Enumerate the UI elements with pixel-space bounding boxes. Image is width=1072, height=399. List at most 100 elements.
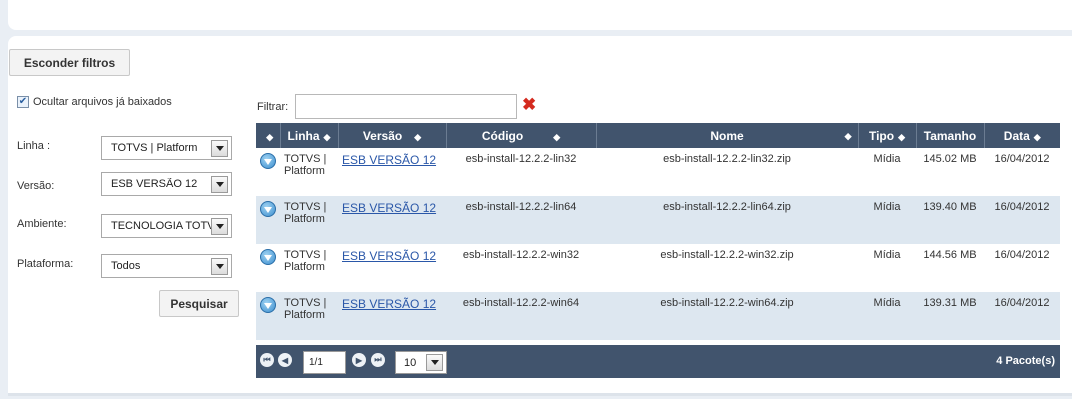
sort-icon[interactable]: ◆ xyxy=(845,131,852,142)
hide-filters-button[interactable]: Esconder filtros xyxy=(9,49,130,76)
column-header-label: Nome xyxy=(710,128,744,143)
date-cell: 16/04/2012 xyxy=(984,292,1060,340)
type-cell: Mídia xyxy=(858,244,916,292)
column-header-download[interactable]: ◆ xyxy=(256,123,281,148)
version-link[interactable]: ESB VERSÃO 12 xyxy=(342,297,436,311)
sort-icon[interactable]: ◆ xyxy=(1034,132,1041,142)
type-cell: Mídia xyxy=(858,292,916,340)
column-header-label: Tamanho xyxy=(923,128,977,143)
version-link[interactable]: ESB VERSÃO 12 xyxy=(342,201,436,215)
sort-icon[interactable]: ◆ xyxy=(553,132,560,142)
version-label: Versão: xyxy=(17,180,55,192)
name-cell: esb-install-12.2.2-win64.zip xyxy=(596,292,858,340)
download-cell[interactable] xyxy=(256,196,280,244)
filter-label: Filtrar: xyxy=(257,101,289,113)
line-cell: TOTVS | Platform xyxy=(280,196,338,244)
environment-label: Ambiente: xyxy=(17,218,67,230)
chevron-down-icon[interactable] xyxy=(211,139,228,157)
package-count: 4 Pacote(s) xyxy=(996,355,1055,367)
line-cell: TOTVS | Platform xyxy=(280,244,338,292)
last-page-icon[interactable]: ⏭ xyxy=(371,353,385,367)
download-cell[interactable] xyxy=(256,244,280,292)
environment-select-value: TECNOLOGIA TOTVS xyxy=(111,220,211,232)
chevron-down-icon[interactable] xyxy=(211,257,228,275)
version-link[interactable]: ESB VERSÃO 12 xyxy=(342,153,436,167)
column-header-label: Tipo xyxy=(868,128,895,143)
table-row: TOTVS | Platform ESB VERSÃO 12 esb-insta… xyxy=(256,148,1060,196)
table-header-row: ◆ Linha ◆ Versão ◆ Código ◆ Nome ◆ Tipo ◆ Tam… xyxy=(256,123,1060,148)
divider xyxy=(8,393,1072,396)
chevron-down-icon[interactable] xyxy=(211,217,228,235)
sort-icon[interactable]: ◆ xyxy=(324,132,331,142)
column-header-line[interactable]: Linha ◆ xyxy=(280,123,339,148)
page-number-input[interactable]: 1/1 xyxy=(303,351,346,374)
packages-table: ◆ Linha ◆ Versão ◆ Código ◆ Nome ◆ Tipo ◆ Tam… xyxy=(256,123,1060,340)
version-cell: ESB VERSÃO 12 xyxy=(338,196,446,244)
size-cell: 144.56 MB xyxy=(916,244,984,292)
line-cell: TOTVS | Platform xyxy=(280,148,338,196)
name-cell: esb-install-12.2.2-win32.zip xyxy=(596,244,858,292)
date-cell: 16/04/2012 xyxy=(984,148,1060,196)
first-page-icon[interactable]: ⏮ xyxy=(260,353,274,367)
hide-downloaded-option[interactable]: ✔ Ocultar arquivos já baixados xyxy=(17,96,172,108)
download-icon[interactable] xyxy=(260,153,276,169)
table-row: TOTVS | Platform ESB VERSÃO 12 esb-insta… xyxy=(256,244,1060,292)
type-cell: Mídia xyxy=(858,148,916,196)
previous-page-icon[interactable]: ◀ xyxy=(278,353,292,367)
download-cell[interactable] xyxy=(256,148,280,196)
top-panel xyxy=(8,0,1072,30)
table-row: TOTVS | Platform ESB VERSÃO 12 esb-insta… xyxy=(256,292,1060,340)
platform-select[interactable]: Todos xyxy=(101,254,232,278)
sort-icon[interactable]: ◆ xyxy=(266,132,273,142)
column-header-label: Linha xyxy=(287,128,320,143)
code-cell: esb-install-12.2.2-win64 xyxy=(446,292,596,340)
code-cell: esb-install-12.2.2-lin64 xyxy=(446,196,596,244)
size-cell: 139.31 MB xyxy=(916,292,984,340)
version-link[interactable]: ESB VERSÃO 12 xyxy=(342,249,436,263)
column-header-name[interactable]: Nome ◆ xyxy=(596,123,859,148)
column-header-label: Data xyxy=(1003,128,1030,143)
platform-label: Plataforma: xyxy=(17,258,74,270)
version-cell: ESB VERSÃO 12 xyxy=(338,292,446,340)
column-header-version[interactable]: Versão ◆ xyxy=(338,123,447,148)
sort-icon[interactable]: ◆ xyxy=(414,132,421,142)
column-header-date[interactable]: Data ◆ xyxy=(984,123,1060,148)
next-page-icon[interactable]: ▶ xyxy=(352,353,366,367)
environment-select[interactable]: TECNOLOGIA TOTVS xyxy=(101,214,232,238)
code-cell: esb-install-12.2.2-win32 xyxy=(446,244,596,292)
line-label: Linha : xyxy=(17,140,51,152)
download-icon[interactable] xyxy=(260,297,276,313)
clear-filter-icon[interactable]: ✖ xyxy=(522,94,536,116)
chevron-down-icon[interactable] xyxy=(211,175,228,193)
date-cell: 16/04/2012 xyxy=(984,196,1060,244)
download-icon[interactable] xyxy=(260,201,276,217)
column-header-code[interactable]: Código ◆ xyxy=(446,123,597,148)
hide-downloaded-label: Ocultar arquivos já baixados xyxy=(33,96,172,108)
hide-downloaded-checkbox[interactable]: ✔ xyxy=(17,96,29,108)
rows-per-page-value: 10 xyxy=(404,356,417,369)
column-header-label: Código xyxy=(481,128,524,143)
date-cell: 16/04/2012 xyxy=(984,244,1060,292)
type-cell: Mídia xyxy=(858,196,916,244)
size-cell: 145.02 MB xyxy=(916,148,984,196)
line-cell: TOTVS | Platform xyxy=(280,292,338,340)
platform-select-value: Todos xyxy=(111,260,141,272)
chevron-down-icon[interactable] xyxy=(426,354,443,371)
version-select-value: ESB VERSÃO 12 xyxy=(111,178,198,190)
column-header-size[interactable]: Tamanho xyxy=(916,123,985,148)
line-select-value: TOTVS | Platform xyxy=(111,142,198,154)
download-icon[interactable] xyxy=(260,249,276,265)
name-cell: esb-install-12.2.2-lin64.zip xyxy=(596,196,858,244)
column-header-label: Versão xyxy=(362,128,403,143)
sort-icon[interactable]: ◆ xyxy=(898,132,905,142)
rows-per-page-select[interactable]: 10 xyxy=(395,351,447,374)
pagination-bar: ⏮ ◀ 1/1 ▶ ⏭ 10 4 Pacote(s) xyxy=(256,345,1060,378)
version-cell: ESB VERSÃO 12 xyxy=(338,244,446,292)
line-select[interactable]: TOTVS | Platform xyxy=(101,136,232,160)
name-cell: esb-install-12.2.2-lin32.zip xyxy=(596,148,858,196)
search-button[interactable]: Pesquisar xyxy=(159,290,239,317)
download-cell[interactable] xyxy=(256,292,280,340)
filter-input[interactable] xyxy=(295,94,517,119)
column-header-type[interactable]: Tipo ◆ xyxy=(858,123,917,148)
version-select[interactable]: ESB VERSÃO 12 xyxy=(101,172,232,196)
